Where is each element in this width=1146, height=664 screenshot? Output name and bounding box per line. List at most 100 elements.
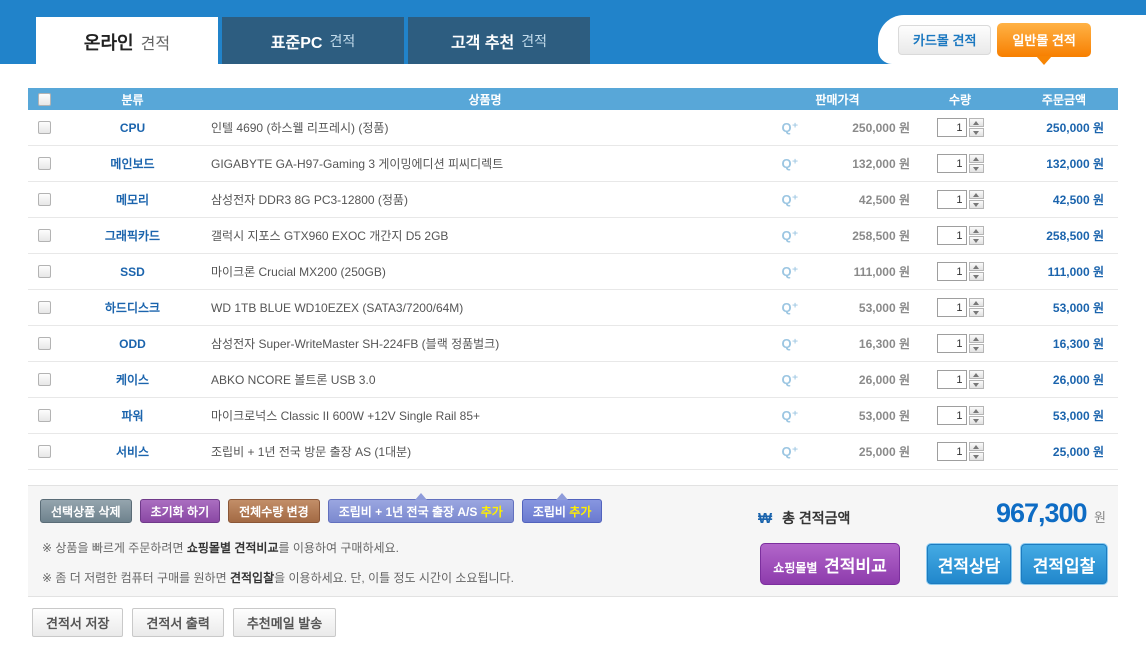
row-checkbox[interactable] xyxy=(37,373,51,386)
generalmall-quote-button[interactable]: 일반몰 견적 xyxy=(997,22,1091,65)
qty-down-button[interactable] xyxy=(968,236,984,245)
row-checkbox[interactable] xyxy=(37,193,51,206)
zoom-plus-icon[interactable]: Q⁺ xyxy=(765,228,815,244)
qty-up-button[interactable] xyxy=(968,298,984,307)
row-checkbox[interactable] xyxy=(37,409,51,422)
add-assembly-button[interactable]: 조립비 추가 xyxy=(521,493,603,523)
category-link[interactable]: CPU xyxy=(60,121,205,135)
category-link[interactable]: 메인보드 xyxy=(60,155,205,172)
qty-down-button[interactable] xyxy=(968,164,984,173)
unit-price: 258,500 원 xyxy=(852,229,910,243)
qty-down-button[interactable] xyxy=(968,380,984,389)
qty-down-button[interactable] xyxy=(968,308,984,317)
qty-down-button[interactable] xyxy=(968,272,984,281)
change-all-qty-button[interactable]: 전체수량 변경 xyxy=(228,499,320,523)
tab-online-quote[interactable]: 온라인 견적 xyxy=(36,17,218,66)
quantity-stepper xyxy=(968,226,984,245)
qty-up-button[interactable] xyxy=(968,262,984,271)
unit-price: 26,000 원 xyxy=(858,373,910,387)
unit-price: 53,000 원 xyxy=(858,409,910,423)
zoom-plus-icon[interactable]: Q⁺ xyxy=(765,264,815,280)
send-recommend-mail-button[interactable]: 추천메일 발송 xyxy=(232,608,337,637)
note-compare: ※ 상품을 빠르게 주문하려면 쇼핑몰별 견적비교를 이용하여 구매하세요. xyxy=(42,539,399,556)
category-link[interactable]: 하드디스크 xyxy=(60,299,205,316)
row-checkbox[interactable] xyxy=(37,445,51,458)
header-category: 분류 xyxy=(121,92,144,107)
zoom-plus-icon[interactable]: Q⁺ xyxy=(765,120,815,136)
cardmall-quote-button[interactable]: 카드몰 견적 xyxy=(898,24,992,55)
add-assembly-as-button[interactable]: 조립비 + 1년 전국 출장 A/S 추가 xyxy=(327,493,514,523)
quantity-input[interactable] xyxy=(936,442,967,461)
zoom-plus-icon[interactable]: Q⁺ xyxy=(765,408,815,424)
zoom-plus-icon[interactable]: Q⁺ xyxy=(765,192,815,208)
quantity-stepper xyxy=(968,334,984,353)
tab-label-sub: 견적 xyxy=(329,32,356,49)
note-bid: ※ 좀 더 저렴한 컴퓨터 구매를 원하면 견적입찰을 이용하세요. 단, 이틀… xyxy=(42,569,514,586)
tab-standard-pc-quote[interactable]: 표준PC 견적 xyxy=(222,17,404,64)
quantity-input[interactable] xyxy=(936,370,967,389)
row-checkbox[interactable] xyxy=(37,121,51,134)
zoom-plus-icon[interactable]: Q⁺ xyxy=(765,372,815,388)
row-checkbox[interactable] xyxy=(37,337,51,350)
quantity-input[interactable] xyxy=(936,190,967,209)
shop-compare-button[interactable]: 쇼핑몰별 견적비교 xyxy=(760,543,900,585)
quote-bid-button[interactable]: 견적입찰 xyxy=(1020,543,1108,585)
quantity-input[interactable] xyxy=(936,262,967,281)
category-link[interactable]: 그래픽카드 xyxy=(60,227,205,244)
qty-down-button[interactable] xyxy=(968,416,984,425)
qty-up-button[interactable] xyxy=(968,370,984,379)
quantity-input[interactable] xyxy=(936,406,967,425)
quote-consult-button[interactable]: 견적상담 xyxy=(926,543,1012,585)
qty-down-button[interactable] xyxy=(968,200,984,209)
quantity-input[interactable] xyxy=(936,154,967,173)
qty-up-button[interactable] xyxy=(968,190,984,199)
zoom-plus-icon[interactable]: Q⁺ xyxy=(765,156,815,172)
qty-down-button[interactable] xyxy=(968,128,984,137)
category-link[interactable]: 서비스 xyxy=(60,443,205,460)
qty-down-button[interactable] xyxy=(968,344,984,353)
table-row: SSD 마이크론 Crucial MX200 (250GB) Q⁺ 111,00… xyxy=(28,254,1118,290)
qty-down-button[interactable] xyxy=(968,452,984,461)
quantity-stepper xyxy=(968,298,984,317)
note-text: 을 이용하세요. 단, 이틀 정도 시간이 소요됩니다. xyxy=(274,571,514,585)
save-quote-button[interactable]: 견적서 저장 xyxy=(32,608,124,637)
qty-up-button[interactable] xyxy=(968,334,984,343)
order-amount: 132,000 원 xyxy=(1046,157,1104,171)
row-checkbox[interactable] xyxy=(37,265,51,278)
tab-label: 고객 추천 xyxy=(450,34,515,52)
order-amount: 42,500 원 xyxy=(1052,193,1104,207)
category-link[interactable]: 파워 xyxy=(60,407,205,424)
category-link[interactable]: SSD xyxy=(60,265,205,279)
zoom-plus-icon[interactable]: Q⁺ xyxy=(765,444,815,460)
category-link[interactable]: 메모리 xyxy=(60,191,205,208)
qty-up-button[interactable] xyxy=(968,118,984,127)
quantity-input[interactable] xyxy=(936,298,967,317)
quantity-stepper xyxy=(968,370,984,389)
row-checkbox[interactable] xyxy=(37,301,51,314)
total-label: ₩ 총 견적금액 xyxy=(758,508,850,528)
tab-customer-recommend-quote[interactable]: 고객 추천 견적 xyxy=(408,17,590,64)
qty-up-button[interactable] xyxy=(968,154,984,163)
qty-up-button[interactable] xyxy=(968,442,984,451)
qty-up-button[interactable] xyxy=(968,406,984,415)
category-link[interactable]: 케이스 xyxy=(60,371,205,388)
zoom-plus-icon[interactable]: Q⁺ xyxy=(765,300,815,316)
row-checkbox[interactable] xyxy=(37,229,51,242)
select-all-checkbox[interactable] xyxy=(37,92,51,106)
order-amount: 26,000 원 xyxy=(1052,373,1104,387)
category-link[interactable]: ODD xyxy=(60,337,205,351)
note-bold: 쇼핑몰별 견적비교 xyxy=(186,541,279,555)
tab-label-sub: 견적 xyxy=(140,35,171,53)
note-bold: 견적입찰 xyxy=(229,571,275,585)
zoom-plus-icon[interactable]: Q⁺ xyxy=(765,336,815,352)
reset-button[interactable]: 초기화 하기 xyxy=(139,499,221,523)
order-amount: 16,300 원 xyxy=(1052,337,1104,351)
delete-selected-button[interactable]: 선택상품 삭제 xyxy=(40,499,132,523)
quantity-input[interactable] xyxy=(936,226,967,245)
row-checkbox[interactable] xyxy=(37,157,51,170)
print-quote-button[interactable]: 견적서 출력 xyxy=(132,608,224,637)
quantity-input[interactable] xyxy=(936,334,967,353)
quantity-input[interactable] xyxy=(936,118,967,137)
qty-up-button[interactable] xyxy=(968,226,984,235)
order-amount: 258,500 원 xyxy=(1046,229,1104,243)
